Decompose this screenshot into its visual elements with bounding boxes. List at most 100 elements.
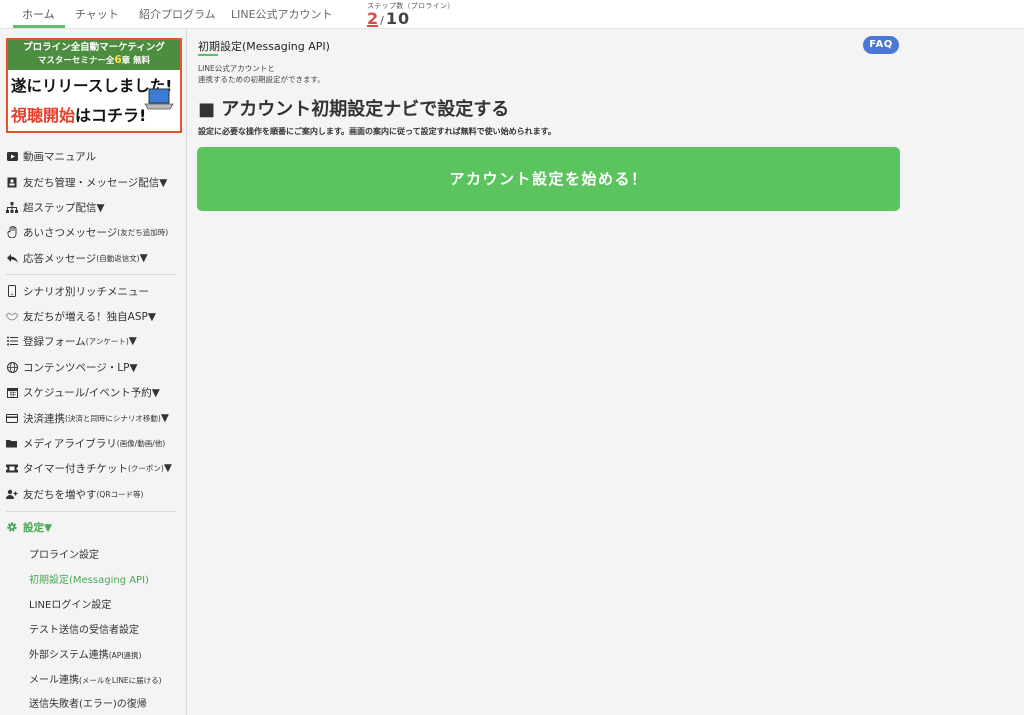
sidebar-subitem-proline-settings[interactable]: プロライン設定 [29,546,99,561]
sidebar: プロライン全自動マーケティング マスターセミナー全6章 無料 遂にリリースしまし… [0,29,187,715]
sidebar-item-registration-form[interactable]: 登録フォーム (アンケート) ▼ [6,332,137,350]
sidebar-item-increase-friends[interactable]: 友だちを増やす (QRコード等) [6,485,143,503]
sidebar-item-arrow: ▼ [160,412,169,424]
sidebar-item-label: 友だちを増やす [23,488,97,501]
banner-line2-pre: マスターセミナー全 [37,56,115,66]
sidebar-item-label: メディアライブラリ [23,437,117,450]
sidebar-item-payment[interactable]: 決済連携 (決済と同時にシナリオ移動) ▼ [6,409,169,427]
sidebar-item-note: (アンケート) [85,336,129,346]
sidebar-item-asp[interactable]: 友だちが増える！独自ASP▼ [6,307,156,325]
sidebar-item-label: 超ステップ配信▼ [23,201,105,214]
sidebar-subitem-messaging-api[interactable]: 初期設定(Messaging API) [29,571,149,586]
tab-chat[interactable]: チャット [75,6,119,22]
faq-button[interactable]: FAQ [863,36,899,54]
globe-icon [6,361,18,373]
smartphone-icon [6,285,18,297]
sidebar-item-label: 友だち管理・メッセージ配信▼ [23,176,168,189]
sidebar-item-content-page[interactable]: コンテンツページ・LP▼ [6,358,138,376]
sidebar-item-greeting-message[interactable]: あいさつメッセージ (友だち追加時) [6,223,168,241]
ticket-icon [6,462,18,474]
video-icon [6,150,18,162]
hand-icon [6,226,18,238]
section-heading: ■ アカウント初期設定ナビで設定する [198,99,510,120]
sidebar-item-label: 動画マニュアル [23,150,97,163]
start-account-setup-button[interactable]: アカウント設定を始める！ [197,147,900,211]
page-title: 初期設定(Messaging API) [198,40,330,53]
sidebar-subitem-test-recipient[interactable]: テスト送信の受信者設定 [29,621,139,636]
sidebar-item-auto-reply[interactable]: 応答メッセージ (自動返信文) ▼ [6,249,148,267]
title-underline [198,54,218,56]
banner-line1: プロライン全自動マーケティング [23,42,165,53]
tab-referral-program[interactable]: 紹介プログラム [139,6,216,22]
sidebar-item-label: タイマー付きチケット [23,462,128,475]
sidebar-subitem-note: (API連携) [108,651,142,660]
sidebar-divider [6,511,176,512]
sidebar-subitem-mail-integration[interactable]: メール連携(メールをLINEに届ける) [29,671,162,686]
seminar-banner[interactable]: プロライン全自動マーケティング マスターセミナー全6章 無料 遂にリリースしまし… [6,38,182,133]
sidebar-subitem-label: 外部システム連携 [29,650,109,661]
sidebar-item-label: 登録フォーム [23,335,86,348]
sidebar-subitem-label: 送信失敗者(エラー)の復帰 [29,699,147,710]
credit-card-icon [6,412,18,424]
sidebar-item-label: 決済連携 [23,412,65,425]
sidebar-subitem-label: メール連携 [29,675,79,686]
sidebar-item-arrow: ▼ [128,335,137,347]
sidebar-item-label: コンテンツページ・LP▼ [23,361,138,374]
tab-line-official-account[interactable]: LINE公式アカウント [231,6,333,22]
active-tab-indicator [13,25,65,28]
contact-book-icon [6,176,18,188]
sidebar-item-super-step[interactable]: 超ステップ配信▼ [6,198,105,216]
section-description: 設定に必要な操作を順番にご案内します。画面の案内に従って設定すれば無料で使い始め… [198,127,556,136]
banner-here-text: はコチラ! [75,106,147,125]
step-separator: / [380,14,384,27]
tab-home[interactable]: ホーム [22,6,55,22]
sidebar-item-arrow: ▼ [163,462,172,474]
sidebar-item-note: (QRコード等) [96,489,144,499]
calendar-icon [6,386,18,398]
sidebar-subitem-note: (メールをLINEに届ける) [79,676,162,685]
sidebar-item-schedule[interactable]: スケジュール/イベント予約▼ [6,383,160,401]
sidebar-item-label: 応答メッセージ [23,252,97,265]
sitemap-icon [6,201,18,213]
sidebar-item-media-library[interactable]: メディアライブラリ (画像/動画/他) [6,434,165,452]
laptop-icon [144,88,174,110]
step-total: 10 [385,9,411,28]
sidebar-item-label: スケジュール/イベント予約▼ [23,386,160,399]
folder-icon [6,437,18,449]
handshake-icon [6,310,18,322]
sidebar-subitem-label: テスト送信の受信者設定 [29,625,139,636]
sidebar-item-label: 設定▼ [23,521,53,534]
list-icon [6,335,18,347]
user-plus-icon [6,488,18,500]
sidebar-item-label: シナリオ別リッチメニュー [23,285,149,298]
gear-icon [6,521,18,533]
step-current[interactable]: 2 [367,9,378,28]
sidebar-item-note: (友だち追加時) [117,227,169,237]
main-content: 初期設定(Messaging API) FAQ LINE公式アカウントと 連携す… [188,29,1024,715]
page-description-line1: LINE公式アカウントと [198,64,275,73]
sidebar-item-label: 友だちが増える！独自ASP▼ [23,310,156,323]
sidebar-divider [6,274,176,275]
sidebar-item-friend-management[interactable]: 友だち管理・メッセージ配信▼ [6,173,167,191]
sidebar-item-note: (自動返信文) [96,253,140,263]
sidebar-item-rich-menu[interactable]: シナリオ別リッチメニュー [6,282,149,300]
banner-watch-text: 視聴開始 [11,106,76,125]
sidebar-item-note: (決済と同時にシナリオ移動) [65,413,161,423]
sidebar-item-note: (クーポン) [128,463,164,473]
sidebar-item-video-manual[interactable]: 動画マニュアル [6,147,96,165]
step-counter: ステップ数（プロライン） 2/10 [367,1,455,28]
sidebar-item-timer-ticket[interactable]: タイマー付きチケット (クーポン) ▼ [6,459,172,477]
sidebar-subitem-label: LINEログイン設定 [29,600,112,611]
sidebar-item-settings[interactable]: 設定▼ [6,518,52,536]
banner-line2-post: 章 無料 [121,56,151,66]
sidebar-item-label: あいさつメッセージ [23,226,118,239]
top-navigation: ホーム チャット 紹介プログラム LINE公式アカウント ステップ数（プロライン… [0,0,1024,29]
page-description: LINE公式アカウントと 連携するための初期設定ができます。 [198,63,325,85]
sidebar-subitem-external-system[interactable]: 外部システム連携(API連携) [29,646,141,661]
reply-icon [6,252,18,264]
sidebar-subitem-error-recovery[interactable]: 送信失敗者(エラー)の復帰 [29,695,147,710]
sidebar-subitem-label: プロライン設定 [29,550,99,561]
banner-line2-num: 6 [114,54,122,66]
sidebar-subitem-line-login[interactable]: LINEログイン設定 [29,596,111,611]
sidebar-item-note: (画像/動画/他) [116,438,166,448]
